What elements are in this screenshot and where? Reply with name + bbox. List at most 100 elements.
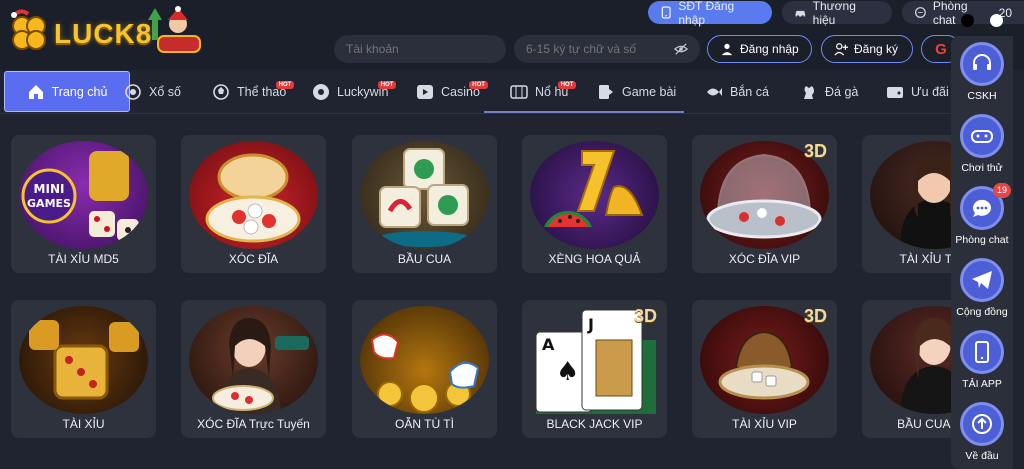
sports-icon: [212, 83, 230, 101]
game-card[interactable]: XÓC ĐĨA Trực Tuyến: [181, 300, 326, 438]
sidebar-label: CSKH: [967, 90, 997, 102]
bowl-art: [189, 141, 318, 249]
sidebar-item-download-app[interactable]: TẢI APP: [951, 330, 1013, 390]
hot-badge: HOT: [377, 81, 397, 89]
game-label: TÀI XỈU: [62, 417, 105, 431]
sidebar-label: Về đầu: [965, 450, 999, 462]
game-card[interactable]: TÀI XỈU: [11, 300, 156, 438]
sidebar-label: Chơi thử: [961, 162, 1003, 174]
game-card[interactable]: 3D XÓC ĐĨA VIP: [692, 135, 837, 273]
nav-label: Xổ số: [149, 85, 181, 99]
register-label: Đăng ký: [854, 42, 899, 56]
nav-item-cockfight[interactable]: Đá gà: [800, 76, 858, 108]
main-nav: Trang chủ Xổ số Thể thao HOT Luckywin HOT …: [0, 70, 950, 114]
game-label: XÓC ĐĨA Trực Tuyến: [197, 417, 310, 431]
game-card[interactable]: MINI GAMES TÀI XỈU MD5: [11, 135, 156, 273]
3d-badge: 3D: [803, 306, 827, 326]
eye-hidden-icon[interactable]: [674, 42, 688, 56]
google-icon: G: [935, 40, 947, 58]
chat-count-badge: 19: [993, 183, 1011, 198]
password-input[interactable]: [526, 42, 666, 56]
svg-text:A: A: [542, 335, 555, 354]
sidebar-item-demo[interactable]: Chơi thử: [951, 114, 1013, 174]
telegram-icon: [960, 258, 1004, 302]
game-label: XÈNG HOA QUẢ: [548, 252, 641, 266]
nav-label: Đá gà: [825, 85, 859, 99]
sidebar-item-back-to-top[interactable]: Về đầu: [951, 402, 1013, 462]
sidebar-item-chat[interactable]: 19 Phòng chat: [951, 183, 1013, 246]
game-label: BLACK JACK VIP: [546, 417, 643, 431]
rooster-icon: [800, 83, 818, 101]
nav-hover-underline: [484, 111, 684, 113]
brand-link-button[interactable]: Thương hiệu: [782, 0, 892, 27]
nav-item-slots[interactable]: Nổ hũ HOT: [510, 76, 577, 108]
lottery-icon: [124, 83, 142, 101]
ball-icon: [312, 83, 330, 101]
svg-text:MINI: MINI: [34, 182, 65, 196]
account-input[interactable]: [334, 35, 506, 63]
login-label: Đăng nhập: [740, 42, 799, 56]
game-card[interactable]: XÓC ĐĨA: [181, 135, 326, 273]
nav-item-card-games[interactable]: Game bài: [597, 76, 676, 108]
phone-icon: [661, 6, 671, 19]
casino-icon: [416, 83, 434, 101]
hot-badge: HOT: [469, 81, 488, 89]
home-icon: [27, 83, 45, 101]
nav-label: Game bài: [622, 85, 677, 99]
game-card[interactable]: XÈNG HOA QUẢ: [522, 135, 667, 273]
cards-icon: [597, 83, 615, 101]
game-label: TÀI XỈU MD5: [48, 252, 119, 266]
chat-icon: 19: [960, 183, 1011, 230]
register-button[interactable]: Đăng ký: [821, 35, 913, 63]
sidebar-label: Cộng đồng: [956, 306, 1008, 318]
hot-badge: HOT: [557, 81, 577, 89]
svg-text:J: J: [587, 315, 594, 334]
user-icon: [721, 43, 733, 56]
sidebar-label: Phòng chat: [955, 234, 1009, 246]
game-label: XÓC ĐĨA VIP: [728, 252, 801, 266]
hot-badge: HOT: [275, 81, 295, 89]
sidebar-label: TẢI APP: [962, 378, 1002, 390]
sidebar-item-community[interactable]: Cộng đồng: [951, 258, 1013, 318]
game-card[interactable]: 3D TÀI XỈU VIP: [692, 300, 837, 438]
floating-sidebar: CSKH Chơi thử 19 Phòng chat Cộng đồng TẢ…: [951, 36, 1013, 469]
header: LUCK8 SĐT Đăng nhập Thương hiệu Phòng ch…: [0, 0, 1024, 70]
add-user-icon: [834, 43, 848, 56]
login-button[interactable]: Đăng nhập: [707, 35, 812, 63]
nav-item-luckywin[interactable]: Luckywin HOT: [312, 76, 397, 108]
brand-logo[interactable]: LUCK8: [6, 6, 206, 60]
svg-text:GAMES: GAMES: [27, 197, 71, 210]
password-field[interactable]: [514, 35, 700, 63]
svg-text:♠: ♠: [556, 357, 579, 387]
brand-name: LUCK8: [54, 18, 153, 49]
support-icon: [960, 42, 1004, 86]
game-card[interactable]: A ♠ J 3D BLACK JACK VIP: [522, 300, 667, 438]
game-label: XÓC ĐĨA: [228, 252, 279, 266]
mini-games-art: MINI GAMES: [19, 141, 148, 249]
fruits-art: [530, 141, 659, 249]
nav-item-lottery[interactable]: Xổ số: [124, 76, 181, 108]
chat-bubble-icon: [915, 7, 926, 18]
nav-item-home[interactable]: Trang chủ: [4, 71, 130, 112]
game-card[interactable]: OẴN TÙ TÌ: [352, 300, 497, 438]
nav-label: Trang chủ: [51, 84, 108, 99]
3d-badge: 3D: [803, 141, 827, 161]
slot-icon: [510, 83, 528, 101]
dealer-live-art: [189, 306, 318, 414]
game-card[interactable]: BẦU CUA: [352, 135, 497, 273]
sidebar-item-support[interactable]: CSKH: [951, 42, 1013, 102]
phone-login-button[interactable]: SĐT Đăng nhập: [648, 0, 772, 27]
theme-light-dot[interactable]: [990, 14, 1003, 27]
nav-item-casino[interactable]: Casino HOT: [416, 76, 488, 108]
fish-icon: [705, 83, 723, 101]
nav-item-fishing[interactable]: Bắn cá: [705, 76, 769, 108]
game-label: TÀI XỈU VIP: [732, 417, 797, 431]
theme-dark-dot[interactable]: [961, 14, 974, 27]
wallet-icon: [886, 83, 904, 101]
nav-item-sports[interactable]: Thể thao HOT: [212, 76, 295, 108]
gold-dice-art: [19, 306, 148, 414]
nav-item-promotions[interactable]: Ưu đãi: [886, 76, 949, 108]
gamepad-icon: [960, 114, 1004, 158]
nav-label: Bắn cá: [730, 85, 769, 99]
3d-badge: 3D: [633, 306, 657, 326]
